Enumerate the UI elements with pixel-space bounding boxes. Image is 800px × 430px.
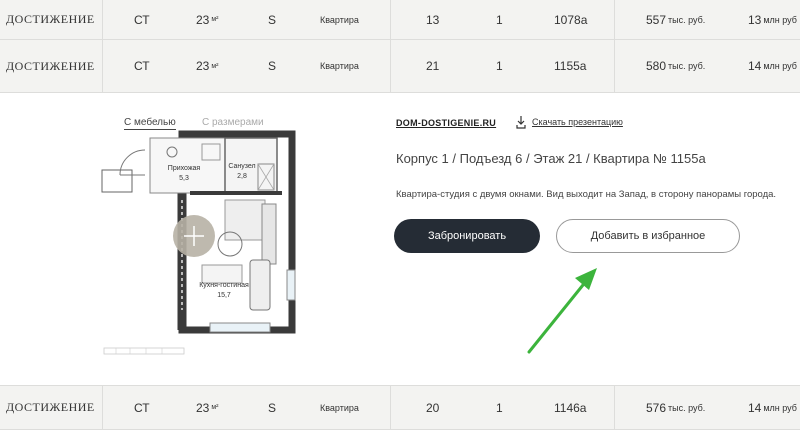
room-hall-area: 5,3: [179, 175, 189, 182]
room-hall-label: Прихожая: [168, 165, 201, 172]
developer-logo: ДОСТИЖЕНИЕ: [6, 400, 95, 414]
tab-with-dimensions[interactable]: С размерами: [202, 117, 264, 128]
property-kind: Квартира: [320, 402, 359, 413]
tab-with-furniture[interactable]: С мебелью: [124, 117, 176, 130]
book-button[interactable]: Забронировать: [394, 219, 540, 253]
download-icon: [516, 116, 526, 129]
orientation: S: [268, 12, 277, 27]
orientation: S: [268, 59, 277, 73]
rooms: 1: [496, 59, 503, 73]
property-kind: Квартира: [320, 14, 359, 25]
mini-floor-map[interactable]: [103, 347, 185, 355]
total-price: 14 млн руб: [748, 59, 797, 73]
developer-site-link[interactable]: DOM-DOSTIGENIE.RU: [396, 118, 496, 128]
apartment-number: 1155а: [554, 59, 587, 73]
price-per-m2: 580 тыс. руб.: [646, 59, 706, 73]
apartment-number: 1146а: [554, 400, 587, 415]
property-kind: Квартира: [320, 61, 359, 71]
add-to-favorites-button[interactable]: Добавить в избранное: [556, 219, 740, 253]
table-row[interactable]: ДОСТИЖЕНИЕ СТ 23 м² S Квартира 20 1 1146а…: [0, 385, 800, 430]
total-price: 13 млн руб: [748, 12, 797, 27]
floor: 13: [426, 12, 440, 27]
rooms: 1: [496, 12, 503, 27]
room-bath-label: Санузел: [228, 163, 255, 170]
room-kitchen-label: Кухня-гостиная: [199, 282, 249, 289]
floor-plan: Прихожая 5,3 Санузел 2,8 Кухня-гостиная …: [101, 130, 296, 355]
table-row[interactable]: ДОСТИЖЕНИЕ СТ 23 м² S Квартира 21 1 1155а…: [0, 40, 800, 93]
apartment-type: СТ: [134, 12, 150, 27]
area-value: 23 м²: [196, 400, 219, 415]
orientation: S: [268, 400, 277, 415]
plan-view-tabs: С мебелью С размерами: [124, 117, 264, 130]
developer-logo: ДОСТИЖЕНИЕ: [6, 12, 95, 26]
area-value: 23 м²: [196, 59, 219, 73]
price-per-m2: 557 тыс. руб.: [646, 12, 706, 27]
apartment-description: Квартира-студия с двумя окнами. Вид выхо…: [396, 189, 777, 200]
total-price: 14 млн руб: [748, 400, 797, 415]
download-presentation-link[interactable]: Скачать презентацию: [516, 115, 623, 129]
apartment-number: 1078а: [554, 12, 588, 27]
area-value: 23 м²: [196, 12, 219, 27]
table-row[interactable]: ДОСТИЖЕНИЕ СТ 23 м² S Квартира 13 1 1078а…: [0, 0, 800, 40]
annotation-arrow: [527, 268, 597, 354]
rooms: 1: [496, 400, 503, 415]
apartment-address: Корпус 1 / Подъезд 6 / Этаж 21 / Квартир…: [396, 151, 706, 166]
apartment-type: СТ: [134, 59, 150, 73]
developer-logo: ДОСТИЖЕНИЕ: [6, 58, 95, 73]
apartment-type: СТ: [134, 400, 150, 415]
floor: 21: [426, 59, 440, 73]
download-label: Скачать презентацию: [532, 117, 623, 127]
floor: 20: [426, 400, 440, 415]
room-kitchen-area: 15,7: [217, 292, 231, 299]
room-bath-area: 2,8: [237, 173, 247, 180]
price-per-m2: 576 тыс. руб.: [646, 400, 706, 415]
